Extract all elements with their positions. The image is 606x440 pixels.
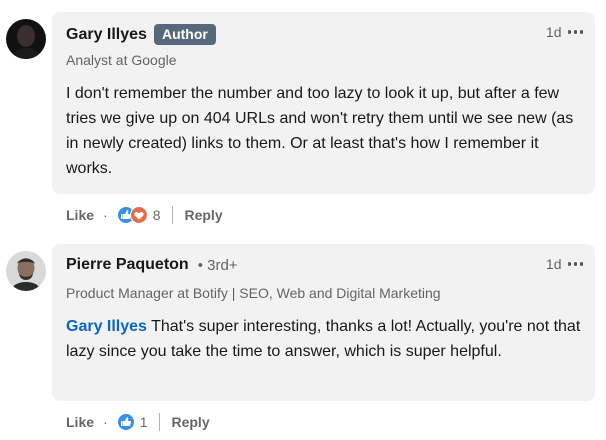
comment-bubble: Pierre Paqueton • 3rd+ Product Manager a… [52,244,595,401]
author-name[interactable]: Pierre Paqueton [66,256,189,274]
reactions[interactable] [116,413,135,431]
like-button[interactable]: Like [66,414,94,430]
reaction-count[interactable]: 1 [140,414,148,430]
connection-degree: • 3rd+ [197,256,238,274]
avatar[interactable] [6,19,46,59]
separator-dot: · [103,414,108,430]
like-icon [116,413,135,431]
reply-button[interactable]: Reply [184,207,222,223]
timestamp: 1d [545,256,562,272]
separator-dot: · [103,207,108,223]
author-name[interactable]: Gary Illyes [66,26,147,44]
divider [159,413,161,431]
author-headline: Product Manager at Botify | SEO, Web and… [66,285,441,301]
more-options-icon[interactable] [567,27,583,37]
divider [172,206,174,224]
love-icon [129,206,148,224]
avatar[interactable] [6,251,46,291]
more-options-icon[interactable] [567,259,583,269]
comment-text: Gary Illyes That's super interesting, th… [66,314,586,364]
reaction-count[interactable]: 8 [153,207,161,223]
author-headline: Analyst at Google [66,52,177,68]
mention-link[interactable]: Gary Illyes [66,318,147,335]
reply-button[interactable]: Reply [171,414,209,430]
timestamp: 1d [545,24,562,40]
like-button[interactable]: Like [66,207,94,223]
author-badge: Author [153,24,216,45]
comment-text: I don't remember the number and too lazy… [66,85,574,177]
comment-bubble: Gary Illyes Author Analyst at Google 1d … [52,12,595,194]
reactions[interactable] [116,206,148,224]
